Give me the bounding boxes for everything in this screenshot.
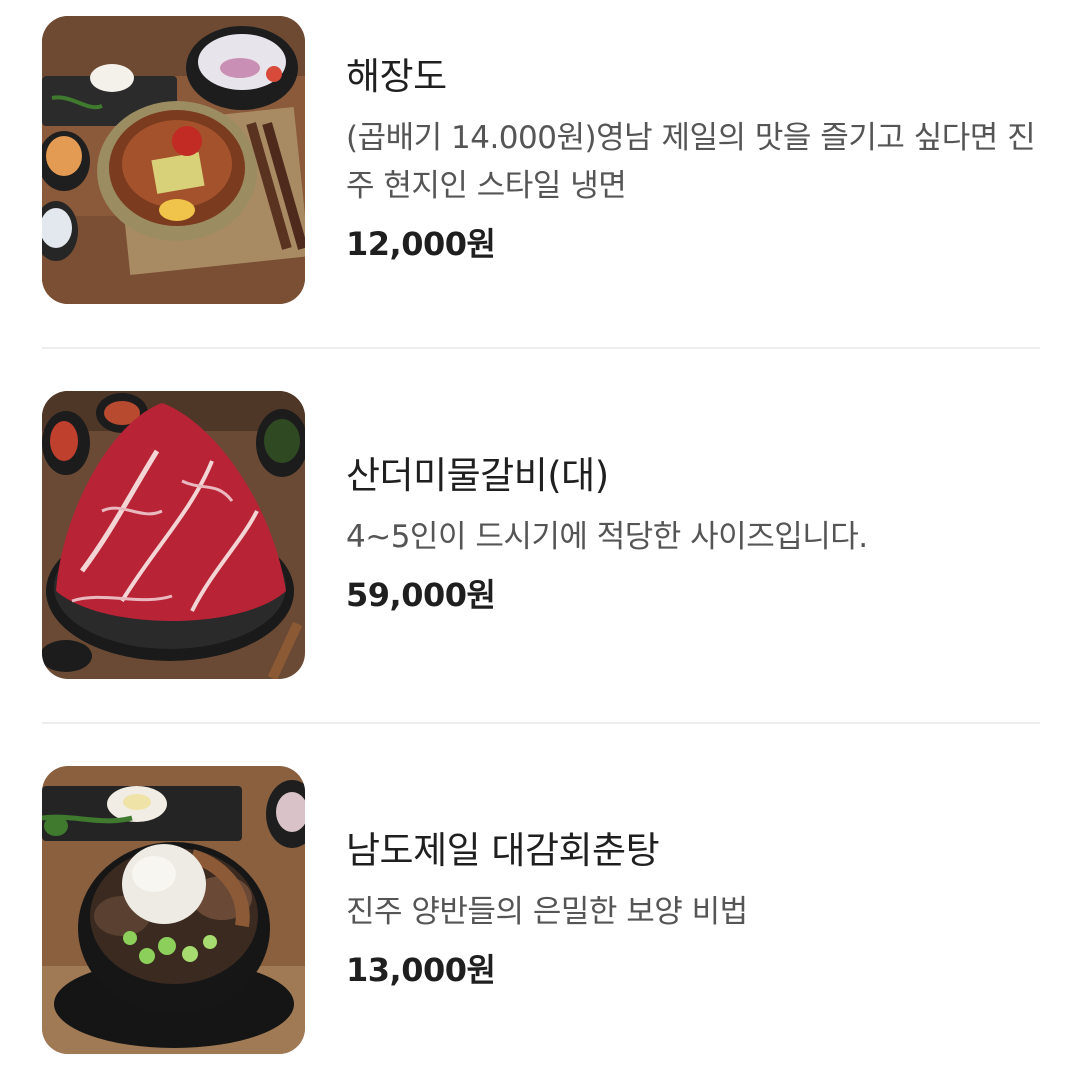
menu-item-description: 4~5인이 드시기에 적당한 사이즈입니다. bbox=[346, 519, 868, 555]
menu-item-info: 남도제일 대감회춘탕 진주 양반들의 은밀한 보양 비법 13,000원 bbox=[346, 766, 1040, 1054]
menu-item-name: 산더미물갈비(대) bbox=[346, 454, 609, 497]
menu-item-info: 산더미물갈비(대) 4~5인이 드시기에 적당한 사이즈입니다. 59,000원 bbox=[346, 391, 1040, 679]
menu-item[interactable]: 산더미물갈비(대) 4~5인이 드시기에 적당한 사이즈입니다. 59,000원 bbox=[42, 391, 1040, 679]
cold-noodle-photo[interactable] bbox=[42, 16, 305, 304]
menu-item-name: 해장도 bbox=[346, 55, 447, 98]
menu-item-price: 12,000원 bbox=[346, 225, 496, 263]
menu-item-info: 해장도 (곱배기 14.000원)영남 제일의 맛을 즐기고 싶다면 진주 현지… bbox=[346, 16, 1040, 304]
menu-item-price: 59,000원 bbox=[346, 576, 496, 614]
divider bbox=[42, 347, 1040, 349]
menu-item[interactable]: 해장도 (곱배기 14.000원)영남 제일의 맛을 즐기고 싶다면 진주 현지… bbox=[42, 16, 1040, 304]
menu-item-price: 13,000원 bbox=[346, 951, 496, 989]
menu-item-description: (곱배기 14.000원)영남 제일의 맛을 즐기고 싶다면 진주 현지인 스타… bbox=[346, 120, 1036, 204]
menu-list: 해장도 (곱배기 14.000원)영남 제일의 맛을 즐기고 싶다면 진주 현지… bbox=[0, 0, 1080, 1075]
menu-item[interactable]: 남도제일 대감회춘탕 진주 양반들의 은밀한 보양 비법 13,000원 bbox=[42, 766, 1040, 1054]
raw-beef-mountain-photo[interactable] bbox=[42, 391, 305, 679]
stew-hotpot-photo[interactable] bbox=[42, 766, 305, 1054]
menu-item-name: 남도제일 대감회춘탕 bbox=[346, 829, 660, 872]
menu-item-description: 진주 양반들의 은밀한 보양 비법 bbox=[346, 894, 748, 930]
divider bbox=[42, 722, 1040, 724]
